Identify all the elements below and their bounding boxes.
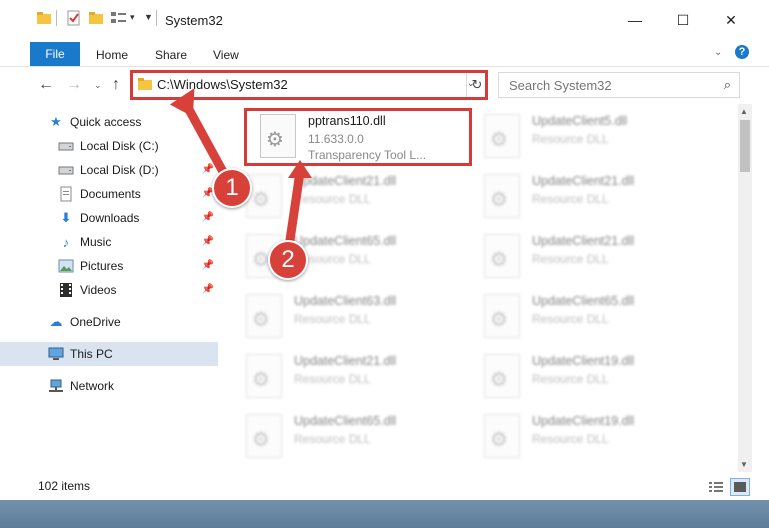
arrow-head — [288, 160, 312, 178]
annotation-layer — [169, 88, 312, 245]
arrow-to-file — [285, 167, 305, 245]
step-marker-2: 2 — [268, 240, 308, 280]
step-marker-1: 1 — [212, 168, 252, 208]
arrow-head — [169, 88, 195, 117]
